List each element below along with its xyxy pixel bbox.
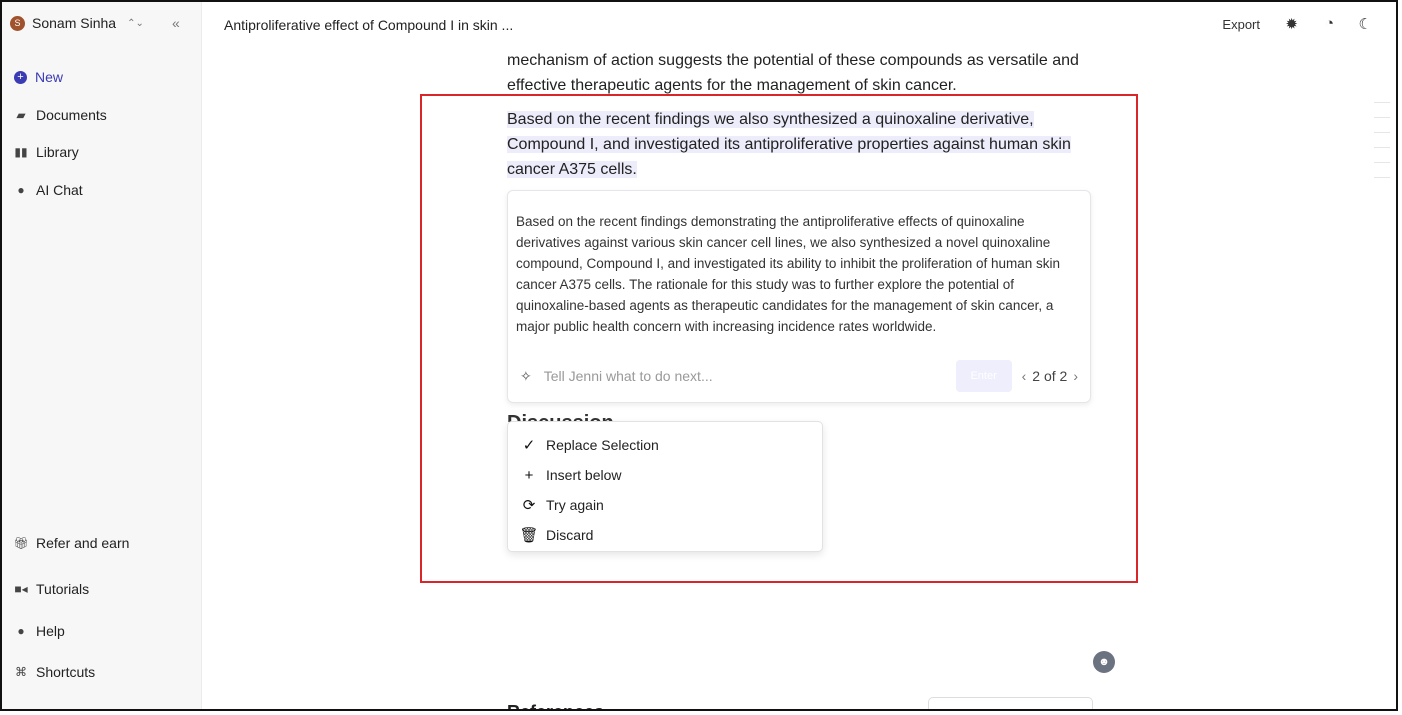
documents-icon: ▰ bbox=[16, 108, 26, 122]
references-style-dropdown[interactable] bbox=[928, 697, 1093, 709]
sidebar-item-library[interactable]: ▮▮ Library bbox=[14, 144, 79, 160]
sidebar: S Sonam Sinha ⌃⌄ « + New ▰ Documents ▮▮ … bbox=[2, 2, 202, 709]
chat-bubble-icon: ● bbox=[17, 183, 25, 197]
app-window: S Sonam Sinha ⌃⌄ « + New ▰ Documents ▮▮ … bbox=[0, 0, 1398, 711]
sidebar-item-label: Shortcuts bbox=[36, 664, 96, 680]
command-icon: ⌘ bbox=[15, 665, 27, 679]
chevron-up-down-icon: ⌃⌄ bbox=[127, 17, 144, 29]
document-title[interactable]: Antiproliferative effect of Compound I i… bbox=[224, 17, 513, 33]
previous-paragraph: mechanism of action suggests the potenti… bbox=[507, 48, 1097, 98]
user-name: Sonam Sinha bbox=[32, 15, 117, 31]
settings-gear-icon[interactable]: ✹ bbox=[1285, 15, 1298, 33]
sidebar-item-label: Help bbox=[36, 623, 65, 639]
user-switcher[interactable]: S Sonam Sinha ⌃⌄ bbox=[10, 15, 144, 31]
sidebar-item-label: New bbox=[35, 69, 64, 85]
plus-circle-icon: + bbox=[14, 70, 27, 84]
sidebar-item-help[interactable]: ● Help bbox=[14, 623, 65, 639]
assistant-bot-icon[interactable]: ☻ bbox=[1093, 651, 1115, 673]
video-icon: ■◂ bbox=[14, 582, 28, 596]
sidebar-item-ai-chat[interactable]: ● AI Chat bbox=[14, 182, 83, 198]
history-clock-icon[interactable]: ◔ bbox=[1325, 15, 1334, 32]
previous-paragraph-text: mechanism of action suggests the potenti… bbox=[507, 52, 1079, 94]
gift-icon: 🎁︎ bbox=[13, 536, 29, 550]
library-icon: ▮▮ bbox=[14, 145, 28, 159]
dark-mode-moon-icon[interactable]: ☾ bbox=[1359, 15, 1372, 33]
sidebar-item-label: Documents bbox=[36, 107, 107, 123]
sidebar-item-label: Tutorials bbox=[36, 581, 90, 597]
sidebar-item-refer-and-earn[interactable]: 🎁︎ Refer and earn bbox=[13, 535, 130, 551]
sidebar-item-label: Library bbox=[36, 144, 79, 160]
scroll-minimap[interactable] bbox=[1374, 102, 1390, 192]
sidebar-item-shortcuts[interactable]: ⌘ Shortcuts bbox=[14, 664, 95, 680]
sidebar-item-documents[interactable]: ▰ Documents bbox=[14, 107, 107, 123]
sidebar-item-tutorials[interactable]: ■◂ Tutorials bbox=[14, 581, 89, 597]
sidebar-item-label: Refer and earn bbox=[36, 535, 130, 551]
sidebar-item-label: AI Chat bbox=[36, 182, 83, 198]
top-bar: Antiproliferative effect of Compound I i… bbox=[202, 2, 1396, 48]
info-icon: ● bbox=[17, 624, 25, 638]
sidebar-item-new[interactable]: + New bbox=[14, 69, 63, 85]
export-button[interactable]: Export bbox=[1222, 17, 1260, 32]
avatar: S bbox=[10, 15, 25, 31]
references-heading: References bbox=[507, 702, 604, 709]
annotation-highlight-box bbox=[420, 94, 1138, 583]
collapse-sidebar-icon[interactable]: « bbox=[172, 15, 180, 31]
